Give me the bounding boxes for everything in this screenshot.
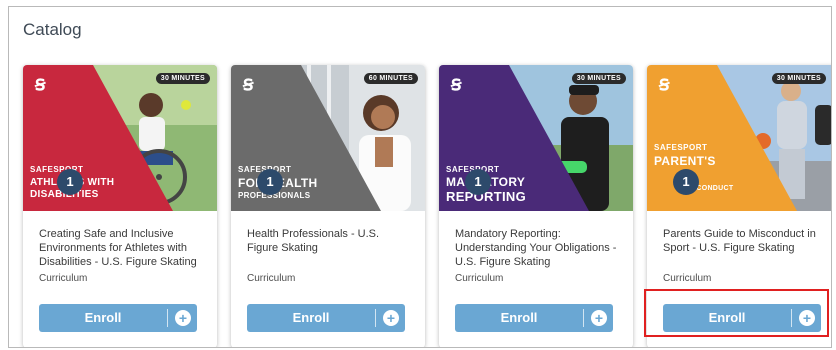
enroll-button[interactable]: Enroll + — [39, 304, 197, 332]
course-thumbnail[interactable]: ꞩ 60 MINUTES SAFESPORT FOR HEALTH PROFES… — [231, 65, 425, 211]
course-type: Curriculum — [247, 273, 296, 284]
plus-circle-icon[interactable]: + — [591, 310, 607, 326]
course-thumbnail[interactable]: ꞩ 30 MINUTES SAFESPORT ATHLETES WITH DIS… — [23, 65, 217, 211]
plus-circle-icon[interactable]: + — [383, 310, 399, 326]
course-card-parents-guide[interactable]: ꞩ 30 MINUTES SAFESPORT PARENT'S MISCONDU… — [647, 65, 831, 347]
catalog-title: Catalog — [23, 20, 82, 39]
enroll-button[interactable]: Enroll + — [663, 304, 821, 332]
button-divider — [167, 309, 168, 327]
course-type: Curriculum — [663, 273, 712, 284]
course-title[interactable]: Mandatory Reporting: Understanding Your … — [455, 227, 619, 269]
enroll-label: Enroll — [708, 310, 746, 325]
course-card-health-professionals[interactable]: ꞩ 60 MINUTES SAFESPORT FOR HEALTH PROFES… — [231, 65, 425, 347]
course-card-athletes-disabilities[interactable]: ꞩ 30 MINUTES SAFESPORT ATHLETES WITH DIS… — [23, 65, 217, 347]
count-badge: 1 — [673, 169, 699, 195]
thumbnail-heading-line-1: PARENT'S — [654, 154, 716, 168]
button-divider — [791, 309, 792, 327]
safesport-logo-icon: ꞩ — [451, 73, 462, 95]
catalog-panel: Catalog ꞩ 30 MINUTES SAFESPORT ATHLETES … — [8, 6, 832, 348]
course-title[interactable]: Health Professionals - U.S. Figure Skati… — [247, 227, 411, 269]
course-title[interactable]: Parents Guide to Misconduct in Sport - U… — [663, 227, 827, 269]
enroll-label: Enroll — [84, 310, 122, 325]
course-type: Curriculum — [39, 273, 88, 284]
plus-circle-icon[interactable]: + — [175, 310, 191, 326]
course-thumbnail[interactable]: ꞩ 30 MINUTES SAFESPORT MANDATORY REPORTI… — [439, 65, 633, 211]
count-badge: 1 — [257, 169, 283, 195]
enroll-button[interactable]: Enroll + — [247, 304, 405, 332]
enroll-button[interactable]: Enroll + — [455, 304, 613, 332]
course-card-mandatory-reporting[interactable]: ꞩ 30 MINUTES SAFESPORT MANDATORY REPORTI… — [439, 65, 633, 347]
duration-badge: 30 MINUTES — [571, 73, 626, 84]
course-type: Curriculum — [455, 273, 504, 284]
enroll-label: Enroll — [500, 310, 538, 325]
duration-badge: 60 MINUTES — [363, 73, 418, 84]
button-divider — [375, 309, 376, 327]
safesport-logo-icon: ꞩ — [243, 73, 254, 95]
safesport-logo-icon: ꞩ — [659, 73, 670, 95]
count-badge: 1 — [465, 169, 491, 195]
enroll-label: Enroll — [292, 310, 330, 325]
course-title[interactable]: Creating Safe and Inclusive Environments… — [39, 227, 203, 269]
safesport-logo-icon: ꞩ — [35, 73, 46, 95]
course-thumbnail[interactable]: ꞩ 30 MINUTES SAFESPORT PARENT'S MISCONDU… — [647, 65, 831, 211]
plus-circle-icon[interactable]: + — [799, 310, 815, 326]
duration-badge: 30 MINUTES — [771, 73, 826, 84]
button-divider — [583, 309, 584, 327]
count-badge: 1 — [57, 169, 83, 195]
thumbnail-brand: SAFESPORT — [654, 143, 708, 152]
duration-badge: 30 MINUTES — [155, 73, 210, 84]
